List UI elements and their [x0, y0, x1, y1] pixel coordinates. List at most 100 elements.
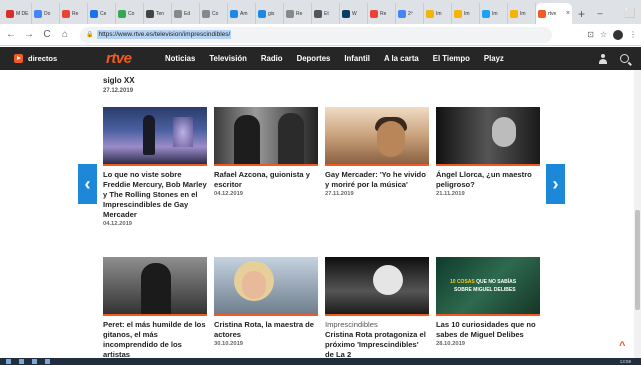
- card-thumbnail[interactable]: 10 COSAS QUE NO SABÍAS SOBRE MIGUEL DELI…: [436, 257, 540, 314]
- taskbar-app-icon[interactable]: [19, 359, 24, 364]
- address-bar[interactable]: 🔒 https://www.rtve.es/television/impresc…: [80, 26, 552, 43]
- card-title[interactable]: Cristina Rota protagoniza el próximo 'Im…: [325, 330, 429, 358]
- rtve-logo[interactable]: rtve: [106, 50, 158, 67]
- browser-tab[interactable]: Ten: [144, 3, 172, 24]
- browser-tab[interactable]: Do: [32, 3, 60, 24]
- browser-tab[interactable]: Im: [508, 3, 536, 24]
- directos-link[interactable]: directos: [0, 54, 106, 63]
- home-button[interactable]: ⌂: [58, 28, 72, 42]
- browser-tab[interactable]: W: [340, 3, 368, 24]
- browser-tab[interactable]: Am: [228, 3, 256, 24]
- browser-tab[interactable]: Ce: [88, 3, 116, 24]
- tab-close-icon[interactable]: ×: [566, 10, 570, 17]
- menu-item-infantil[interactable]: Infantil: [337, 54, 377, 63]
- card-title[interactable]: Rafael Azcona, guionista y escritor: [214, 170, 318, 190]
- page-scrollbar[interactable]: [634, 70, 641, 358]
- menu-item-a-la-carta[interactable]: A la carta: [377, 54, 426, 63]
- tab-favicon-icon: [454, 9, 462, 18]
- back-to-top-button[interactable]: ^: [619, 340, 625, 352]
- minimize-button[interactable]: –: [585, 8, 615, 18]
- new-tab-button[interactable]: +: [578, 3, 585, 24]
- card-delibes[interactable]: 10 COSAS QUE NO SABÍAS SOBRE MIGUEL DELI…: [436, 257, 540, 347]
- card-mercury[interactable]: Lo que no viste sobre Freddie Mercury, B…: [103, 107, 207, 227]
- browser-tab[interactable]: M DE: [4, 3, 32, 24]
- search-icon[interactable]: [620, 54, 629, 63]
- browser-tab[interactable]: 2º: [396, 3, 424, 24]
- card-date: 21.11.2019: [436, 191, 465, 197]
- back-button[interactable]: ←: [4, 28, 18, 42]
- imprescindibles-content: siglo XX 27.12.2019 Lo que no viste sobr…: [0, 70, 634, 358]
- card-peret[interactable]: Peret: el más humilde de los gitanos, el…: [103, 257, 207, 358]
- card-title[interactable]: Las 10 curiosidades que no sabes de Migu…: [436, 320, 540, 340]
- browser-tab[interactable]: Im: [424, 3, 452, 24]
- tab-label: Im: [436, 10, 442, 17]
- tab-label: Ce: [100, 10, 107, 17]
- card-title[interactable]: Peret: el más humilde de los gitanos, el…: [103, 320, 207, 358]
- card-category[interactable]: Imprescindibles: [325, 320, 429, 330]
- scrollbar-thumb[interactable]: [635, 210, 640, 310]
- menu-item-playz[interactable]: Playz: [477, 54, 511, 63]
- thumb-caption-line1: 10 COSAS QUE NO SABÍAS: [450, 279, 517, 285]
- start-icon[interactable]: [6, 359, 11, 364]
- card-llorca[interactable]: Ángel Llorca, ¿un maestro peligroso? 21.…: [436, 107, 540, 197]
- user-icon[interactable]: [598, 53, 608, 64]
- reload-button[interactable]: C: [40, 28, 54, 42]
- taskbar-app-icon[interactable]: [45, 359, 50, 364]
- tab-label: W: [352, 10, 357, 17]
- card-thumbnail[interactable]: [325, 107, 429, 164]
- menu-item-deportes[interactable]: Deportes: [290, 54, 338, 63]
- card-thumbnail[interactable]: [214, 257, 318, 314]
- card-cristina-rota-protagoniza[interactable]: Imprescindibles Cristina Rota protagoniz…: [325, 257, 429, 358]
- browser-menu-icon[interactable]: ⋮: [629, 30, 637, 39]
- tab-label: Re: [296, 10, 303, 17]
- menu-item-radio[interactable]: Radio: [254, 54, 290, 63]
- carousel-prev-button[interactable]: ‹: [78, 164, 97, 204]
- browser-tab[interactable]: Co: [116, 3, 144, 24]
- bookmark-star-icon[interactable]: ☆: [600, 30, 607, 39]
- card-accent-bar: [214, 164, 318, 166]
- browser-tab[interactable]: Im: [452, 3, 480, 24]
- browser-tab-active[interactable]: rtve ×: [536, 3, 572, 24]
- tab-favicon-icon: [230, 9, 238, 18]
- card-title[interactable]: Lo que no viste sobre Freddie Mercury, B…: [103, 170, 207, 220]
- card-thumbnail[interactable]: [436, 107, 540, 164]
- browser-tab[interactable]: gis: [256, 3, 284, 24]
- card-accent-bar: [436, 314, 540, 316]
- card-cristina-rota[interactable]: Cristina Rota, la maestra de actores 30.…: [214, 257, 318, 347]
- profile-avatar[interactable]: [613, 29, 623, 40]
- browser-tab[interactable]: Co: [200, 3, 228, 24]
- browser-tab[interactable]: Im: [480, 3, 508, 24]
- menu-item-noticias[interactable]: Noticias: [158, 54, 202, 63]
- taskbar-app-icon[interactable]: [32, 359, 37, 364]
- browser-tab[interactable]: Re: [368, 3, 396, 24]
- previous-card-title[interactable]: siglo XX: [103, 76, 135, 85]
- card-thumbnail[interactable]: [325, 257, 429, 314]
- card-thumbnail[interactable]: [103, 257, 207, 314]
- card-accent-bar: [103, 314, 207, 316]
- browser-tab[interactable]: Et: [312, 3, 340, 24]
- card-accent-bar: [103, 164, 207, 166]
- maximize-button[interactable]: ⬜: [615, 8, 641, 19]
- card-date: 04.12.2019: [103, 221, 133, 227]
- card-title[interactable]: Gay Mercader: 'Yo he vivido y moriré por…: [325, 170, 429, 190]
- card-thumbnail[interactable]: [214, 107, 318, 164]
- card-thumbnail[interactable]: [103, 107, 207, 164]
- extension-icon[interactable]: ⊡: [587, 30, 594, 39]
- tab-label: Co: [128, 10, 135, 17]
- card-azcona[interactable]: Rafael Azcona, guionista y escritor 04.1…: [214, 107, 318, 197]
- card-title[interactable]: Cristina Rota, la maestra de actores: [214, 320, 318, 340]
- url-text[interactable]: https://www.rtve.es/television/imprescin…: [97, 30, 232, 39]
- rtve-navbar: directos rtve Noticias Televisión Radio Dep…: [0, 47, 641, 70]
- card-gay-mercader[interactable]: Gay Mercader: 'Yo he vivido y moriré por…: [325, 107, 429, 197]
- tab-label: Ed: [184, 10, 191, 17]
- carousel-next-button[interactable]: ›: [546, 164, 565, 204]
- browser-tab[interactable]: Re: [60, 3, 88, 24]
- browser-tab[interactable]: Re: [284, 3, 312, 24]
- menu-item-el-tiempo[interactable]: El Tiempo: [426, 54, 477, 63]
- menu-item-television[interactable]: Televisión: [202, 54, 254, 63]
- card-title[interactable]: Ángel Llorca, ¿un maestro peligroso?: [436, 170, 540, 190]
- forward-button[interactable]: →: [22, 28, 36, 42]
- tab-label: rtve: [548, 10, 557, 17]
- thumb-caption-line2: SOBRE MIGUEL DELIBES: [454, 287, 516, 293]
- browser-tab[interactable]: Ed: [172, 3, 200, 24]
